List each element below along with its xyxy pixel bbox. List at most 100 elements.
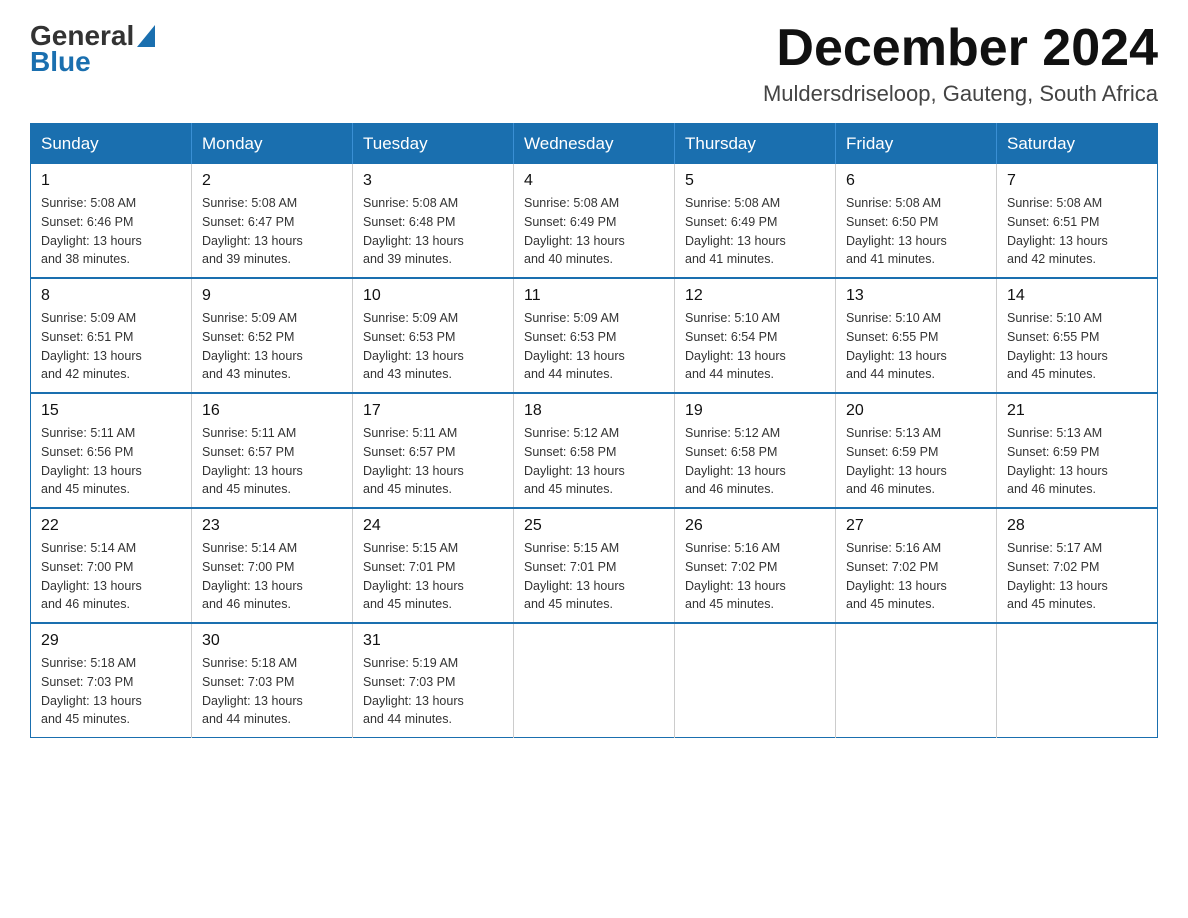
day-info: Sunrise: 5:15 AM Sunset: 7:01 PM Dayligh… — [524, 539, 664, 614]
calendar-day-empty — [514, 623, 675, 738]
day-number: 22 — [41, 517, 181, 535]
day-info: Sunrise: 5:18 AM Sunset: 7:03 PM Dayligh… — [202, 654, 342, 729]
calendar-day-31: 31Sunrise: 5:19 AM Sunset: 7:03 PM Dayli… — [353, 623, 514, 738]
day-number: 20 — [846, 402, 986, 420]
calendar-week-4: 22 Sunrise: 5:14 AM Sunset: 7:00 PM Dayli… — [31, 508, 1158, 623]
day-number: 14 — [1007, 287, 1147, 305]
day-number: 26 — [685, 517, 825, 535]
day-number: 28 — [1007, 517, 1147, 535]
weekday-header-row: SundayMondayTuesdayWednesdayThursdayFrid… — [31, 124, 1158, 165]
logo-blue-text: Blue — [30, 46, 91, 78]
calendar-week-1: 1 Sunrise: 5:08 AM Sunset: 6:46 PM Daylig… — [31, 164, 1158, 278]
day-info: Sunrise: 5:11 AM Sunset: 6:57 PM Dayligh… — [202, 424, 342, 499]
day-number: 15 — [41, 402, 181, 420]
day-number: 6 — [846, 172, 986, 190]
location-subtitle: Muldersdriseloop, Gauteng, South Africa — [763, 81, 1158, 107]
day-info: Sunrise: 5:13 AM Sunset: 6:59 PM Dayligh… — [1007, 424, 1147, 499]
day-number: 11 — [524, 287, 664, 305]
calendar-day-24: 24Sunrise: 5:15 AM Sunset: 7:01 PM Dayli… — [353, 508, 514, 623]
calendar-day-29: 29 Sunrise: 5:18 AM Sunset: 7:03 PM Dayli… — [31, 623, 192, 738]
calendar-day-10: 10 Sunrise: 5:09 AM Sunset: 6:53 PM Dayli… — [353, 278, 514, 393]
title-block: December 2024 Muldersdriseloop, Gauteng,… — [763, 20, 1158, 107]
weekday-header-tuesday: Tuesday — [353, 124, 514, 165]
calendar-day-26: 26Sunrise: 5:16 AM Sunset: 7:02 PM Dayli… — [675, 508, 836, 623]
day-info: Sunrise: 5:18 AM Sunset: 7:03 PM Dayligh… — [41, 654, 181, 729]
day-info: Sunrise: 5:14 AM Sunset: 7:00 PM Dayligh… — [41, 539, 181, 614]
calendar-week-5: 29 Sunrise: 5:18 AM Sunset: 7:03 PM Dayli… — [31, 623, 1158, 738]
calendar-day-21: 21Sunrise: 5:13 AM Sunset: 6:59 PM Dayli… — [997, 393, 1158, 508]
day-number: 9 — [202, 287, 342, 305]
day-info: Sunrise: 5:08 AM Sunset: 6:46 PM Dayligh… — [41, 194, 181, 269]
calendar-day-8: 8Sunrise: 5:09 AM Sunset: 6:51 PM Daylig… — [31, 278, 192, 393]
day-info: Sunrise: 5:08 AM Sunset: 6:51 PM Dayligh… — [1007, 194, 1147, 269]
day-number: 30 — [202, 632, 342, 650]
calendar-day-11: 11 Sunrise: 5:09 AM Sunset: 6:53 PM Dayli… — [514, 278, 675, 393]
calendar-day-5: 5 Sunrise: 5:08 AM Sunset: 6:49 PM Daylig… — [675, 164, 836, 278]
day-number: 17 — [363, 402, 503, 420]
calendar-day-28: 28Sunrise: 5:17 AM Sunset: 7:02 PM Dayli… — [997, 508, 1158, 623]
day-info: Sunrise: 5:19 AM Sunset: 7:03 PM Dayligh… — [363, 654, 503, 729]
day-info: Sunrise: 5:09 AM Sunset: 6:53 PM Dayligh… — [524, 309, 664, 384]
day-number: 18 — [524, 402, 664, 420]
day-number: 24 — [363, 517, 503, 535]
day-info: Sunrise: 5:09 AM Sunset: 6:51 PM Dayligh… — [41, 309, 181, 384]
calendar-day-20: 20 Sunrise: 5:13 AM Sunset: 6:59 PM Dayli… — [836, 393, 997, 508]
day-info: Sunrise: 5:08 AM Sunset: 6:49 PM Dayligh… — [685, 194, 825, 269]
day-number: 27 — [846, 517, 986, 535]
day-number: 2 — [202, 172, 342, 190]
day-info: Sunrise: 5:10 AM Sunset: 6:55 PM Dayligh… — [1007, 309, 1147, 384]
day-number: 12 — [685, 287, 825, 305]
day-number: 4 — [524, 172, 664, 190]
day-number: 7 — [1007, 172, 1147, 190]
day-info: Sunrise: 5:08 AM Sunset: 6:49 PM Dayligh… — [524, 194, 664, 269]
calendar-day-16: 16Sunrise: 5:11 AM Sunset: 6:57 PM Dayli… — [192, 393, 353, 508]
calendar-day-empty — [997, 623, 1158, 738]
day-number: 13 — [846, 287, 986, 305]
day-info: Sunrise: 5:13 AM Sunset: 6:59 PM Dayligh… — [846, 424, 986, 499]
calendar-day-4: 4 Sunrise: 5:08 AM Sunset: 6:49 PM Daylig… — [514, 164, 675, 278]
day-info: Sunrise: 5:09 AM Sunset: 6:53 PM Dayligh… — [363, 309, 503, 384]
calendar-day-15: 15 Sunrise: 5:11 AM Sunset: 6:56 PM Dayli… — [31, 393, 192, 508]
weekday-header-monday: Monday — [192, 124, 353, 165]
calendar-day-2: 2Sunrise: 5:08 AM Sunset: 6:47 PM Daylig… — [192, 164, 353, 278]
calendar-day-17: 17Sunrise: 5:11 AM Sunset: 6:57 PM Dayli… — [353, 393, 514, 508]
calendar-day-18: 18 Sunrise: 5:12 AM Sunset: 6:58 PM Dayli… — [514, 393, 675, 508]
calendar-day-empty — [836, 623, 997, 738]
calendar-week-3: 15 Sunrise: 5:11 AM Sunset: 6:56 PM Dayli… — [31, 393, 1158, 508]
day-number: 5 — [685, 172, 825, 190]
calendar-day-14: 14 Sunrise: 5:10 AM Sunset: 6:55 PM Dayli… — [997, 278, 1158, 393]
day-number: 25 — [524, 517, 664, 535]
weekday-header-sunday: Sunday — [31, 124, 192, 165]
weekday-header-friday: Friday — [836, 124, 997, 165]
day-number: 1 — [41, 172, 181, 190]
day-info: Sunrise: 5:08 AM Sunset: 6:50 PM Dayligh… — [846, 194, 986, 269]
calendar-day-12: 12 Sunrise: 5:10 AM Sunset: 6:54 PM Dayli… — [675, 278, 836, 393]
logo: General Blue — [30, 20, 155, 78]
calendar-day-empty — [675, 623, 836, 738]
day-number: 23 — [202, 517, 342, 535]
calendar-table: SundayMondayTuesdayWednesdayThursdayFrid… — [30, 123, 1158, 738]
day-info: Sunrise: 5:14 AM Sunset: 7:00 PM Dayligh… — [202, 539, 342, 614]
calendar-day-23: 23 Sunrise: 5:14 AM Sunset: 7:00 PM Dayli… — [192, 508, 353, 623]
calendar-week-2: 8Sunrise: 5:09 AM Sunset: 6:51 PM Daylig… — [31, 278, 1158, 393]
calendar-day-9: 9 Sunrise: 5:09 AM Sunset: 6:52 PM Daylig… — [192, 278, 353, 393]
calendar-day-1: 1 Sunrise: 5:08 AM Sunset: 6:46 PM Daylig… — [31, 164, 192, 278]
day-info: Sunrise: 5:09 AM Sunset: 6:52 PM Dayligh… — [202, 309, 342, 384]
day-info: Sunrise: 5:12 AM Sunset: 6:58 PM Dayligh… — [685, 424, 825, 499]
calendar-day-7: 7 Sunrise: 5:08 AM Sunset: 6:51 PM Daylig… — [997, 164, 1158, 278]
day-info: Sunrise: 5:10 AM Sunset: 6:54 PM Dayligh… — [685, 309, 825, 384]
calendar-day-30: 30 Sunrise: 5:18 AM Sunset: 7:03 PM Dayli… — [192, 623, 353, 738]
calendar-day-6: 6 Sunrise: 5:08 AM Sunset: 6:50 PM Daylig… — [836, 164, 997, 278]
weekday-header-thursday: Thursday — [675, 124, 836, 165]
weekday-header-saturday: Saturday — [997, 124, 1158, 165]
day-number: 19 — [685, 402, 825, 420]
day-number: 10 — [363, 287, 503, 305]
calendar-day-27: 27Sunrise: 5:16 AM Sunset: 7:02 PM Dayli… — [836, 508, 997, 623]
month-title: December 2024 — [763, 20, 1158, 77]
day-info: Sunrise: 5:12 AM Sunset: 6:58 PM Dayligh… — [524, 424, 664, 499]
day-number: 29 — [41, 632, 181, 650]
calendar-day-25: 25 Sunrise: 5:15 AM Sunset: 7:01 PM Dayli… — [514, 508, 675, 623]
day-info: Sunrise: 5:11 AM Sunset: 6:56 PM Dayligh… — [41, 424, 181, 499]
logo-triangle-icon — [137, 25, 155, 47]
page-header: General Blue December 2024 Muldersdrisel… — [30, 20, 1158, 107]
